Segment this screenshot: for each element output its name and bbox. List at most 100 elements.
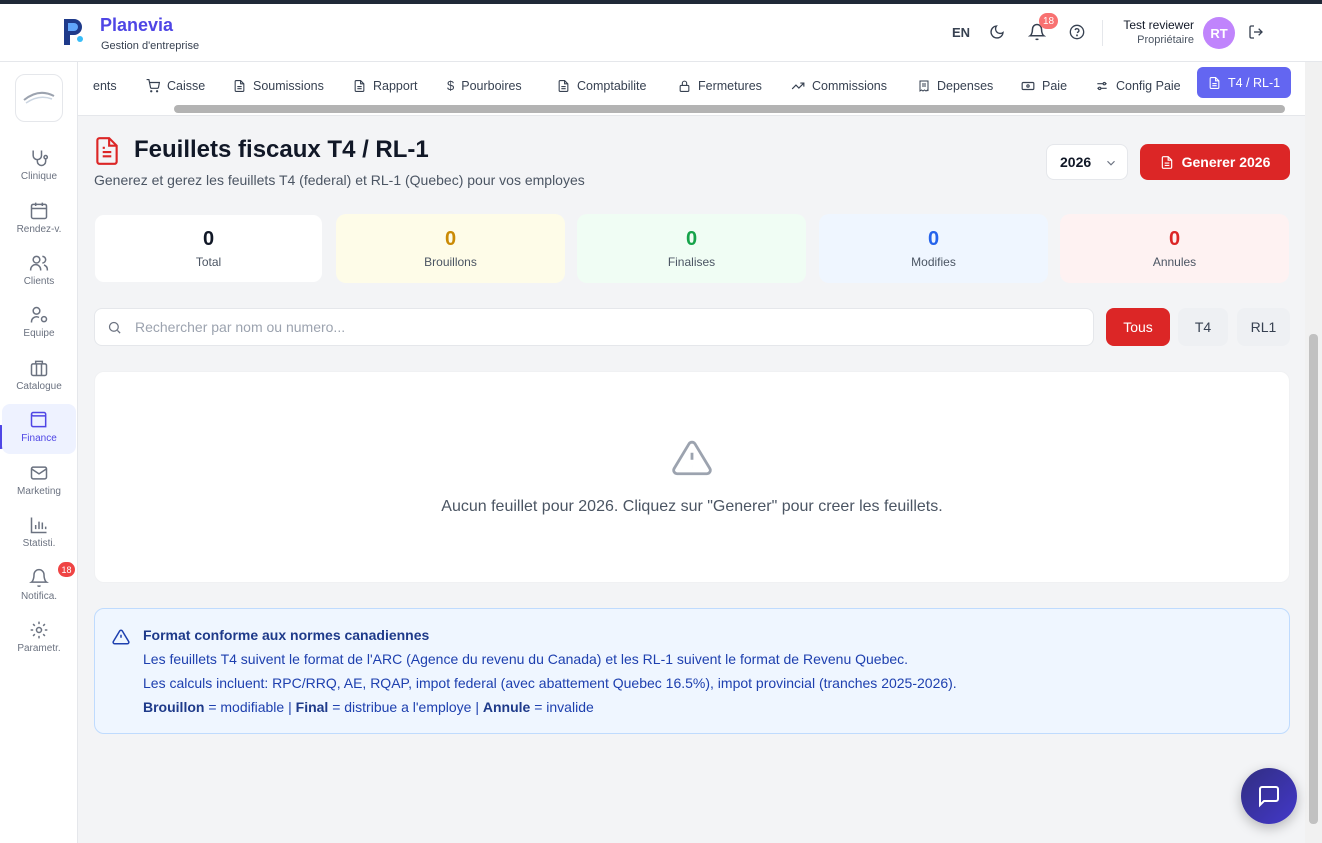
- legend-term: Brouillon: [143, 699, 205, 715]
- sidebar-item-rendez-vous[interactable]: Rendez-v.: [2, 195, 76, 245]
- info-line: Les feuillets T4 suivent le format de l'…: [143, 651, 909, 667]
- year-value: 2026: [1060, 154, 1092, 170]
- planevia-logo-icon[interactable]: [60, 17, 88, 47]
- tab-caisse[interactable]: Caisse: [146, 70, 205, 101]
- document-icon: [354, 79, 365, 92]
- stat-card-modifies: 0 Modifies: [819, 214, 1048, 283]
- bell-icon: [29, 568, 49, 588]
- sidebar: Clinique Rendez-v. Clients Equipe Catalo…: [0, 62, 78, 843]
- user-name: Test reviewer: [1123, 18, 1194, 32]
- sidebar-item-label: Clients: [23, 276, 55, 287]
- info-title: Format conforme aux normes canadiennes: [143, 627, 430, 643]
- notification-badge: 18: [58, 562, 75, 577]
- search-placeholder: Rechercher par nom ou numero...: [135, 319, 346, 335]
- tab-rapport[interactable]: Rapport: [353, 70, 417, 101]
- mail-icon: [30, 466, 48, 480]
- help-icon[interactable]: [1067, 22, 1087, 42]
- filter-t4[interactable]: T4: [1178, 308, 1228, 346]
- page-subtitle: Generez et gerez les feuillets T4 (feder…: [94, 172, 585, 188]
- trend-icon: [791, 82, 805, 89]
- chat-icon: [1259, 786, 1279, 808]
- tab-comptabilite[interactable]: Comptabilite: [557, 70, 646, 101]
- sliders-icon: [1097, 81, 1107, 90]
- stat-label: Modifies: [911, 255, 956, 269]
- stat-value: 0: [927, 228, 940, 250]
- tab-fermetures[interactable]: Fermetures: [678, 70, 762, 101]
- generate-button[interactable]: Generer 2026: [1140, 144, 1290, 180]
- generate-label: Generer 2026: [1181, 154, 1271, 170]
- stethoscope-icon: [32, 150, 49, 167]
- filter-rl1[interactable]: RL1: [1237, 308, 1290, 346]
- chat-button[interactable]: [1241, 768, 1297, 824]
- sidebar-item-finance[interactable]: Finance: [2, 404, 76, 454]
- sidebar-item-label: Parametr.: [17, 643, 61, 654]
- tab-pourboires[interactable]: $ Pourboires: [447, 70, 522, 101]
- legend-desc: = distribue a l'employe: [332, 699, 472, 715]
- tab-label: Caisse: [167, 78, 206, 93]
- avatar[interactable]: RT: [1203, 17, 1235, 49]
- stat-card-annules: 0 Annules: [1060, 214, 1289, 283]
- page-scrollbar[interactable]: [1309, 334, 1318, 824]
- sidebar-item-equipe[interactable]: Equipe: [2, 299, 76, 349]
- stat-label: Brouillons: [424, 255, 477, 269]
- users-icon: [29, 255, 49, 271]
- filter-tous[interactable]: Tous: [1106, 308, 1170, 346]
- sidebar-item-catalogue[interactable]: Catalogue: [2, 352, 76, 402]
- sidebar-item-marketing[interactable]: Marketing: [2, 457, 76, 507]
- logout-icon[interactable]: [1246, 22, 1266, 42]
- stat-label: Finalises: [667, 255, 716, 269]
- stat-card-brouillons: 0 Brouillons: [336, 214, 565, 283]
- calendar-icon: [30, 202, 48, 220]
- sidebar-item-notifications[interactable]: Notifica. 18: [2, 562, 76, 612]
- finance-tabs: ents Caisse Soumissions Rapport $ Pourbo…: [78, 62, 1305, 104]
- tab-label: T4 / RL-1: [1228, 75, 1281, 90]
- lock-icon: [679, 80, 690, 92]
- tab-soumissions[interactable]: Soumissions: [233, 70, 324, 101]
- sidebar-item-label: Statisti.: [22, 538, 56, 549]
- business-logo[interactable]: [15, 74, 63, 122]
- wallet-icon: [30, 411, 47, 428]
- sidebar-item-statistiques[interactable]: Statisti.: [2, 509, 76, 559]
- tabs-scrollbar[interactable]: [174, 105, 1285, 113]
- cash-icon: [1021, 81, 1035, 90]
- bar-chart-icon: [30, 517, 47, 534]
- sidebar-item-clients[interactable]: Clients: [2, 247, 76, 297]
- team-icon: [30, 306, 48, 323]
- tab-truncated[interactable]: ents: [93, 70, 117, 101]
- tab-depenses[interactable]: Depenses: [918, 70, 993, 101]
- briefcase-icon: [30, 360, 48, 377]
- search-input[interactable]: Rechercher par nom ou numero...: [94, 308, 1094, 346]
- document-icon: [94, 136, 122, 166]
- year-select[interactable]: 2026: [1046, 144, 1128, 180]
- document-icon: [1209, 76, 1220, 89]
- moon-icon[interactable]: [987, 22, 1007, 42]
- tab-label: ents: [93, 78, 117, 93]
- sidebar-item-clinique[interactable]: Clinique: [2, 142, 76, 192]
- user-role: Propriétaire: [1137, 34, 1194, 46]
- tab-t4-rl1[interactable]: T4 / RL-1: [1197, 67, 1292, 98]
- tab-label: Comptabilite: [577, 78, 647, 93]
- warning-icon: [670, 437, 714, 484]
- document-icon: [558, 79, 569, 92]
- legend-term: Annule: [482, 699, 531, 715]
- gear-icon: [30, 621, 48, 639]
- sidebar-item-label: Finance: [21, 433, 57, 444]
- sidebar-item-label: Notifica.: [20, 591, 58, 602]
- tab-paie[interactable]: Paie: [1021, 70, 1067, 101]
- sidebar-item-parametres[interactable]: Parametr.: [2, 614, 76, 664]
- legend-term: Final: [295, 699, 329, 715]
- tab-label: Config Paie: [1116, 78, 1181, 93]
- sidebar-item-label: Catalogue: [16, 381, 62, 392]
- tab-config-paie[interactable]: Config Paie: [1095, 70, 1181, 101]
- brand-subtitle: Gestion d'entreprise: [101, 40, 200, 52]
- language-toggle[interactable]: EN: [952, 25, 970, 40]
- chevron-down-icon: [1104, 156, 1118, 173]
- tab-label: Paie: [1042, 78, 1068, 93]
- stat-value: 0: [444, 228, 457, 250]
- header-divider: [1102, 20, 1103, 46]
- cart-icon: [146, 78, 160, 92]
- tab-commissions[interactable]: Commissions: [791, 70, 887, 101]
- sidebar-item-label: Equipe: [23, 328, 55, 339]
- tab-label: Depenses: [937, 78, 994, 93]
- warning-icon: [111, 628, 131, 651]
